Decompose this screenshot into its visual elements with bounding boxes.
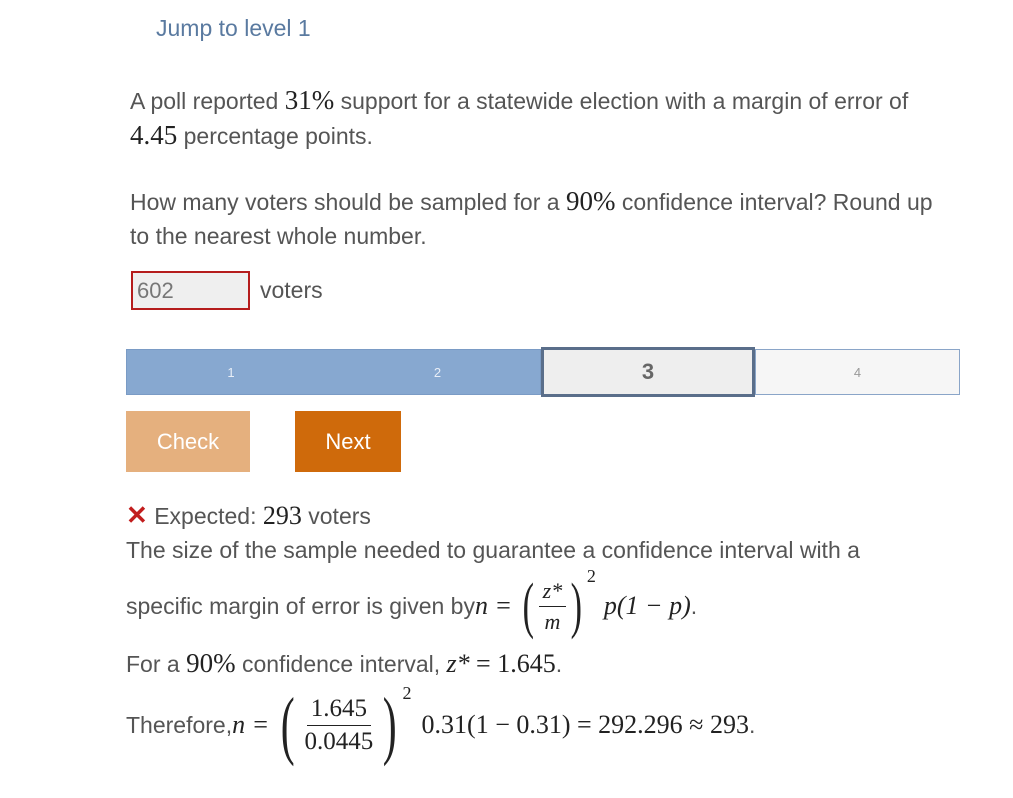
answer-input-wrapper <box>131 271 250 310</box>
level-segment-4[interactable]: 4 <box>755 349 960 395</box>
level-segment-2[interactable]: 2 <box>335 349 541 395</box>
margin-of-error-value: 4.45 <box>130 120 178 150</box>
explanation-line-2: specific margin of error is given by n =… <box>126 566 697 646</box>
expected-unit: voters <box>301 503 371 529</box>
x-mark-icon: ✕ <box>126 500 148 530</box>
check-button[interactable]: Check <box>126 411 250 472</box>
expected-label: Expected: <box>154 503 263 529</box>
result-n: n = <box>232 710 270 739</box>
formula-exponent: 2 <box>586 565 596 586</box>
formula-n: n = <box>474 591 513 620</box>
result-numerator: 1.645 <box>306 695 371 726</box>
explanation-line-4: Therefore, n = ( 1.645 0.0445 ) 2 0.31(1… <box>126 680 755 770</box>
answer-unit-label: voters <box>260 277 323 303</box>
z-star: z* <box>446 649 470 678</box>
result-fraction: 1.645 0.0445 <box>300 695 377 756</box>
result-computation: 0.31(1 − 0.31) = 292.296 ≈ 293 <box>421 710 749 739</box>
next-button[interactable]: Next <box>295 411 401 472</box>
period: . <box>690 592 698 619</box>
level-progress-bar: 1 2 3 4 <box>126 347 960 397</box>
result-left-paren: ( <box>280 683 295 767</box>
question-text: to the nearest whole number. <box>130 223 427 249</box>
result-denominator: 0.0445 <box>304 727 374 755</box>
confidence-percent-2: 90% <box>186 648 236 678</box>
explanation-text: For a <box>126 651 187 677</box>
question-text: A poll reported <box>130 88 285 114</box>
explanation-text: specific margin of error is given by <box>126 592 475 619</box>
formula-right-paren: ) <box>570 572 583 640</box>
result-right-paren: ) <box>382 683 397 767</box>
explanation-line-3: For a 90% confidence interval, z* = 1.64… <box>126 648 562 679</box>
formula-left-paren: ( <box>522 572 535 640</box>
explanation-text: Therefore, <box>126 711 233 738</box>
period: . <box>555 651 563 677</box>
feedback-expected: ✕ Expected: 293 voters <box>126 500 371 531</box>
explanation-text: confidence interval, <box>235 651 447 677</box>
expected-value: 293 <box>262 501 302 530</box>
question-text: support for a statewide election with a … <box>334 88 909 114</box>
level-segment-3-current[interactable]: 3 <box>541 347 755 397</box>
formula-denominator: m <box>544 608 561 634</box>
question-text: percentage points. <box>177 123 373 149</box>
jump-to-level-link[interactable]: Jump to level 1 <box>156 15 311 42</box>
question-paragraph-2: How many voters should be sampled for a … <box>130 184 990 253</box>
period: . <box>748 711 756 738</box>
formula-fraction: z* m <box>538 578 567 635</box>
explanation-line-1: The size of the sample needed to guarant… <box>126 537 860 563</box>
question-text: confidence interval? Round up <box>615 189 933 215</box>
level-segment-1[interactable]: 1 <box>126 349 336 395</box>
question-text: How many voters should be sampled for a <box>130 189 566 215</box>
confidence-percent: 90% <box>565 186 616 216</box>
formula-p-term: p(1 − p) <box>603 591 691 620</box>
answer-input[interactable] <box>133 273 248 308</box>
result-exponent: 2 <box>402 682 412 703</box>
formula-numerator: z* <box>538 578 567 607</box>
question-paragraph-1: A poll reported 31% support for a statew… <box>130 83 990 153</box>
z-star-value: = 1.645 <box>476 649 556 678</box>
support-percent: 31% <box>284 85 335 115</box>
